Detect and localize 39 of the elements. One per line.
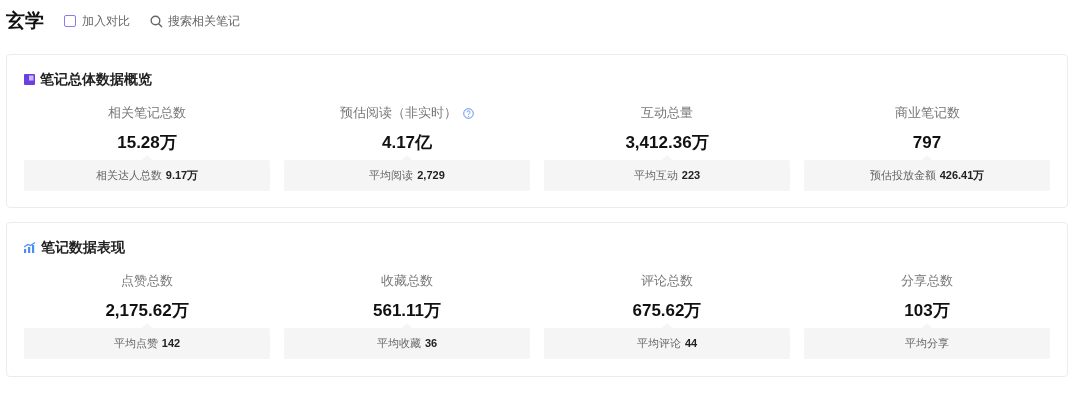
compare-checkbox[interactable]: 加入对比 [64, 12, 130, 30]
stat-label: 商业笔记数 [894, 104, 960, 122]
sub-stat-value: 36 [424, 336, 438, 352]
sub-stat-value: 142 [161, 336, 181, 352]
page-title: 玄学 [6, 8, 44, 33]
search-icon[interactable] [150, 14, 163, 28]
notebook-icon [24, 74, 35, 85]
stat-value: 4.17亿 [381, 132, 433, 154]
sub-stat-label: 平均评论 [636, 336, 681, 352]
sub-stat-value: 44 [684, 336, 698, 352]
sub-stat-label: 平均收藏 [376, 336, 421, 352]
sub-stat-label: 平均点赞 [113, 336, 158, 352]
stat-value: 797 [912, 132, 942, 154]
stat-label: 点赞总数 [121, 272, 173, 290]
sub-stat-label: 平均互动 [633, 168, 678, 184]
stat-value: 103万 [904, 300, 950, 322]
stat-label: 收藏总数 [381, 272, 433, 290]
sub-stat-value: 223 [681, 168, 701, 184]
sub-stat-value: 2,729 [417, 168, 445, 184]
stat-value: 3,412.36万 [625, 132, 709, 154]
stat-label: 互动总量 [641, 104, 693, 122]
stat-value: 2,175.62万 [105, 300, 189, 322]
sub-stat-label: 相关达人总数 [95, 168, 162, 184]
stat-label: 分享总数 [901, 272, 953, 290]
stat-label: 相关笔记总数 [108, 104, 186, 122]
sub-stat-label: 平均分享 [905, 336, 949, 352]
stat-value: 561.11万 [372, 300, 442, 322]
sub-stat-value: 9.17万 [165, 168, 199, 184]
stat-label: 预估阅读（非实时） [340, 104, 457, 122]
sub-stat-label: 平均阅读 [369, 168, 414, 184]
sub-stat-label: 预估投放金额 [869, 168, 936, 184]
section-title: 笔记数据表现 [41, 238, 125, 257]
search-link[interactable]: 搜索相关笔记 [150, 12, 240, 30]
section-title: 笔记总体数据概览 [40, 70, 152, 89]
sub-stat-value: 426.41万 [939, 168, 985, 184]
stat-label: 评论总数 [641, 272, 693, 290]
stat-value: 675.62万 [632, 300, 702, 322]
bar-chart-icon [24, 242, 36, 253]
stat-value: 15.28万 [117, 132, 177, 154]
